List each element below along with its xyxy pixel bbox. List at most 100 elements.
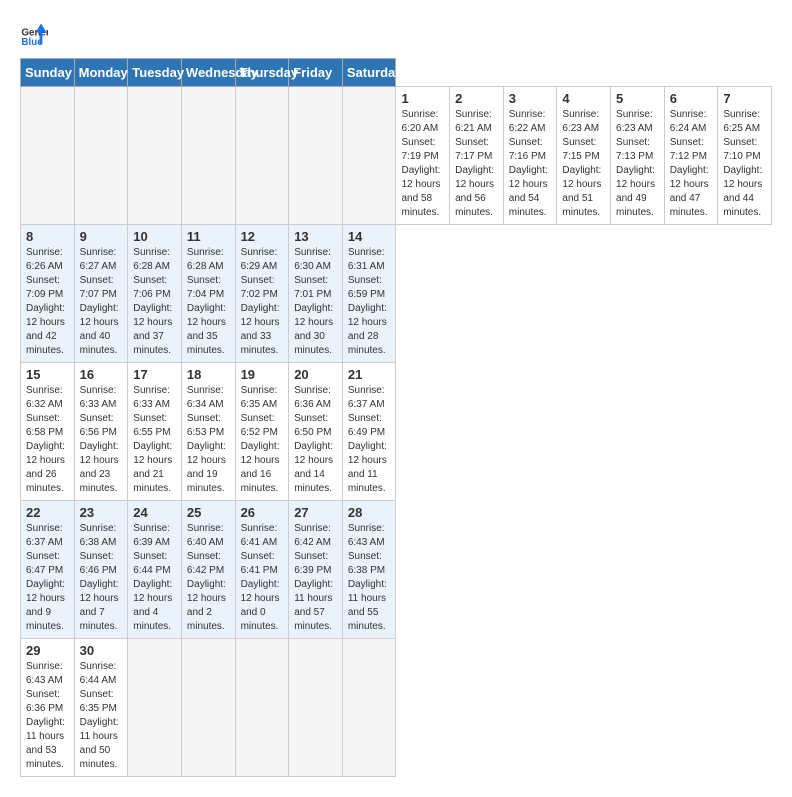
day-info: Sunrise: 6:32 AMSunset: 6:58 PMDaylight:… — [26, 384, 69, 496]
header-row: SundayMondayTuesdayWednesdayThursdayFrid… — [21, 59, 772, 87]
calendar-cell: 4 Sunrise: 6:23 AMSunset: 7:15 PMDaylight… — [557, 87, 611, 225]
calendar-cell: 1 Sunrise: 6:20 AMSunset: 7:19 PMDaylight… — [396, 87, 450, 225]
calendar-cell: 17Sunrise: 6:33 AMSunset: 6:55 PMDayligh… — [128, 363, 182, 501]
day-info: Sunrise: 6:21 AMSunset: 7:17 PMDaylight:… — [455, 108, 498, 220]
calendar-cell: 21 Sunrise: 6:37 AMSunset: 6:49 PMDayligh… — [342, 363, 396, 501]
calendar-cell — [181, 87, 235, 225]
calendar-cell: 8Sunrise: 6:26 AMSunset: 7:09 PMDaylight… — [21, 225, 75, 363]
calendar-cell — [74, 87, 128, 225]
day-info: Sunrise: 6:39 AMSunset: 6:44 PMDaylight:… — [133, 522, 176, 634]
day-header-saturday: Saturday — [342, 59, 396, 87]
calendar-cell: 2 Sunrise: 6:21 AMSunset: 7:17 PMDaylight… — [450, 87, 504, 225]
calendar-week-1: 1 Sunrise: 6:20 AMSunset: 7:19 PMDaylight… — [21, 87, 772, 225]
calendar-cell — [21, 87, 75, 225]
calendar-cell: 6Sunrise: 6:24 AMSunset: 7:12 PMDaylight… — [664, 87, 718, 225]
day-number: 16 — [80, 367, 123, 382]
day-info: Sunrise: 6:26 AMSunset: 7:09 PMDaylight:… — [26, 246, 69, 358]
day-number: 10 — [133, 229, 176, 244]
day-number: 14 — [348, 229, 391, 244]
day-number: 29 — [26, 643, 69, 658]
day-info: Sunrise: 6:44 AMSunset: 6:35 PMDaylight:… — [80, 660, 123, 772]
page-header: General Blue — [20, 20, 772, 48]
calendar-cell: 16 Sunrise: 6:33 AMSunset: 6:56 PMDayligh… — [74, 363, 128, 501]
day-number: 4 — [562, 91, 605, 106]
day-number: 27 — [294, 505, 337, 520]
calendar-cell: 24Sunrise: 6:39 AMSunset: 6:44 PMDayligh… — [128, 501, 182, 639]
calendar-cell — [181, 639, 235, 777]
day-number: 19 — [241, 367, 284, 382]
day-number: 9 — [80, 229, 123, 244]
calendar-cell: 30 Sunrise: 6:44 AMSunset: 6:35 PMDayligh… — [74, 639, 128, 777]
calendar-week-3: 15 Sunrise: 6:32 AMSunset: 6:58 PMDayligh… — [21, 363, 772, 501]
day-header-monday: Monday — [74, 59, 128, 87]
logo: General Blue — [20, 20, 48, 48]
calendar-cell — [128, 87, 182, 225]
day-info: Sunrise: 6:33 AMSunset: 6:55 PMDaylight:… — [133, 384, 176, 496]
day-number: 5 — [616, 91, 659, 106]
day-info: Sunrise: 6:20 AMSunset: 7:19 PMDaylight:… — [401, 108, 444, 220]
day-header-tuesday: Tuesday — [128, 59, 182, 87]
day-number: 2 — [455, 91, 498, 106]
day-info: Sunrise: 6:29 AMSunset: 7:02 PMDaylight:… — [241, 246, 284, 358]
day-info: Sunrise: 6:42 AMSunset: 6:39 PMDaylight:… — [294, 522, 337, 634]
day-info: Sunrise: 6:37 AMSunset: 6:47 PMDaylight:… — [26, 522, 69, 634]
day-number: 20 — [294, 367, 337, 382]
day-info: Sunrise: 6:25 AMSunset: 7:10 PMDaylight:… — [723, 108, 766, 220]
calendar-cell: 15 Sunrise: 6:32 AMSunset: 6:58 PMDayligh… — [21, 363, 75, 501]
day-header-wednesday: Wednesday — [181, 59, 235, 87]
calendar-cell: 3 Sunrise: 6:22 AMSunset: 7:16 PMDaylight… — [503, 87, 557, 225]
calendar-week-4: 22 Sunrise: 6:37 AMSunset: 6:47 PMDayligh… — [21, 501, 772, 639]
calendar-cell: 23Sunrise: 6:38 AMSunset: 6:46 PMDayligh… — [74, 501, 128, 639]
day-number: 15 — [26, 367, 69, 382]
calendar-cell — [235, 87, 289, 225]
day-number: 22 — [26, 505, 69, 520]
calendar-cell: 12 Sunrise: 6:29 AMSunset: 7:02 PMDayligh… — [235, 225, 289, 363]
day-header-thursday: Thursday — [235, 59, 289, 87]
calendar-cell: 11Sunrise: 6:28 AMSunset: 7:04 PMDayligh… — [181, 225, 235, 363]
calendar-cell: 18 Sunrise: 6:34 AMSunset: 6:53 PMDayligh… — [181, 363, 235, 501]
day-info: Sunrise: 6:30 AMSunset: 7:01 PMDaylight:… — [294, 246, 337, 358]
calendar-cell: 9Sunrise: 6:27 AMSunset: 7:07 PMDaylight… — [74, 225, 128, 363]
day-info: Sunrise: 6:28 AMSunset: 7:06 PMDaylight:… — [133, 246, 176, 358]
day-number: 30 — [80, 643, 123, 658]
day-number: 18 — [187, 367, 230, 382]
calendar-cell — [289, 639, 343, 777]
calendar-cell — [342, 87, 396, 225]
day-info: Sunrise: 6:22 AMSunset: 7:16 PMDaylight:… — [509, 108, 552, 220]
day-info: Sunrise: 6:41 AMSunset: 6:41 PMDaylight:… — [241, 522, 284, 634]
day-number: 26 — [241, 505, 284, 520]
calendar-cell — [342, 639, 396, 777]
day-number: 3 — [509, 91, 552, 106]
calendar-cell: 20 Sunrise: 6:36 AMSunset: 6:50 PMDayligh… — [289, 363, 343, 501]
day-header-sunday: Sunday — [21, 59, 75, 87]
calendar-cell: 5 Sunrise: 6:23 AMSunset: 7:13 PMDaylight… — [611, 87, 665, 225]
day-info: Sunrise: 6:23 AMSunset: 7:15 PMDaylight:… — [562, 108, 605, 220]
day-info: Sunrise: 6:43 AMSunset: 6:38 PMDaylight:… — [348, 522, 391, 634]
day-header-friday: Friday — [289, 59, 343, 87]
calendar-cell: 28Sunrise: 6:43 AMSunset: 6:38 PMDayligh… — [342, 501, 396, 639]
calendar-cell — [235, 639, 289, 777]
day-number: 12 — [241, 229, 284, 244]
calendar-cell: 25 Sunrise: 6:40 AMSunset: 6:42 PMDayligh… — [181, 501, 235, 639]
day-info: Sunrise: 6:37 AMSunset: 6:49 PMDaylight:… — [348, 384, 391, 496]
calendar-week-5: 29Sunrise: 6:43 AMSunset: 6:36 PMDayligh… — [21, 639, 772, 777]
day-number: 25 — [187, 505, 230, 520]
day-info: Sunrise: 6:40 AMSunset: 6:42 PMDaylight:… — [187, 522, 230, 634]
calendar-cell: 14 Sunrise: 6:31 AMSunset: 6:59 PMDayligh… — [342, 225, 396, 363]
calendar-cell: 27 Sunrise: 6:42 AMSunset: 6:39 PMDayligh… — [289, 501, 343, 639]
day-number: 21 — [348, 367, 391, 382]
day-number: 6 — [670, 91, 713, 106]
calendar-week-2: 8Sunrise: 6:26 AMSunset: 7:09 PMDaylight… — [21, 225, 772, 363]
day-info: Sunrise: 6:38 AMSunset: 6:46 PMDaylight:… — [80, 522, 123, 634]
calendar-cell: 7Sunrise: 6:25 AMSunset: 7:10 PMDaylight… — [718, 87, 772, 225]
calendar-cell — [289, 87, 343, 225]
day-info: Sunrise: 6:34 AMSunset: 6:53 PMDaylight:… — [187, 384, 230, 496]
day-number: 11 — [187, 229, 230, 244]
day-number: 1 — [401, 91, 444, 106]
calendar-cell: 10 Sunrise: 6:28 AMSunset: 7:06 PMDayligh… — [128, 225, 182, 363]
day-info: Sunrise: 6:31 AMSunset: 6:59 PMDaylight:… — [348, 246, 391, 358]
day-info: Sunrise: 6:33 AMSunset: 6:56 PMDaylight:… — [80, 384, 123, 496]
calendar-cell: 13Sunrise: 6:30 AMSunset: 7:01 PMDayligh… — [289, 225, 343, 363]
day-info: Sunrise: 6:36 AMSunset: 6:50 PMDaylight:… — [294, 384, 337, 496]
day-info: Sunrise: 6:23 AMSunset: 7:13 PMDaylight:… — [616, 108, 659, 220]
